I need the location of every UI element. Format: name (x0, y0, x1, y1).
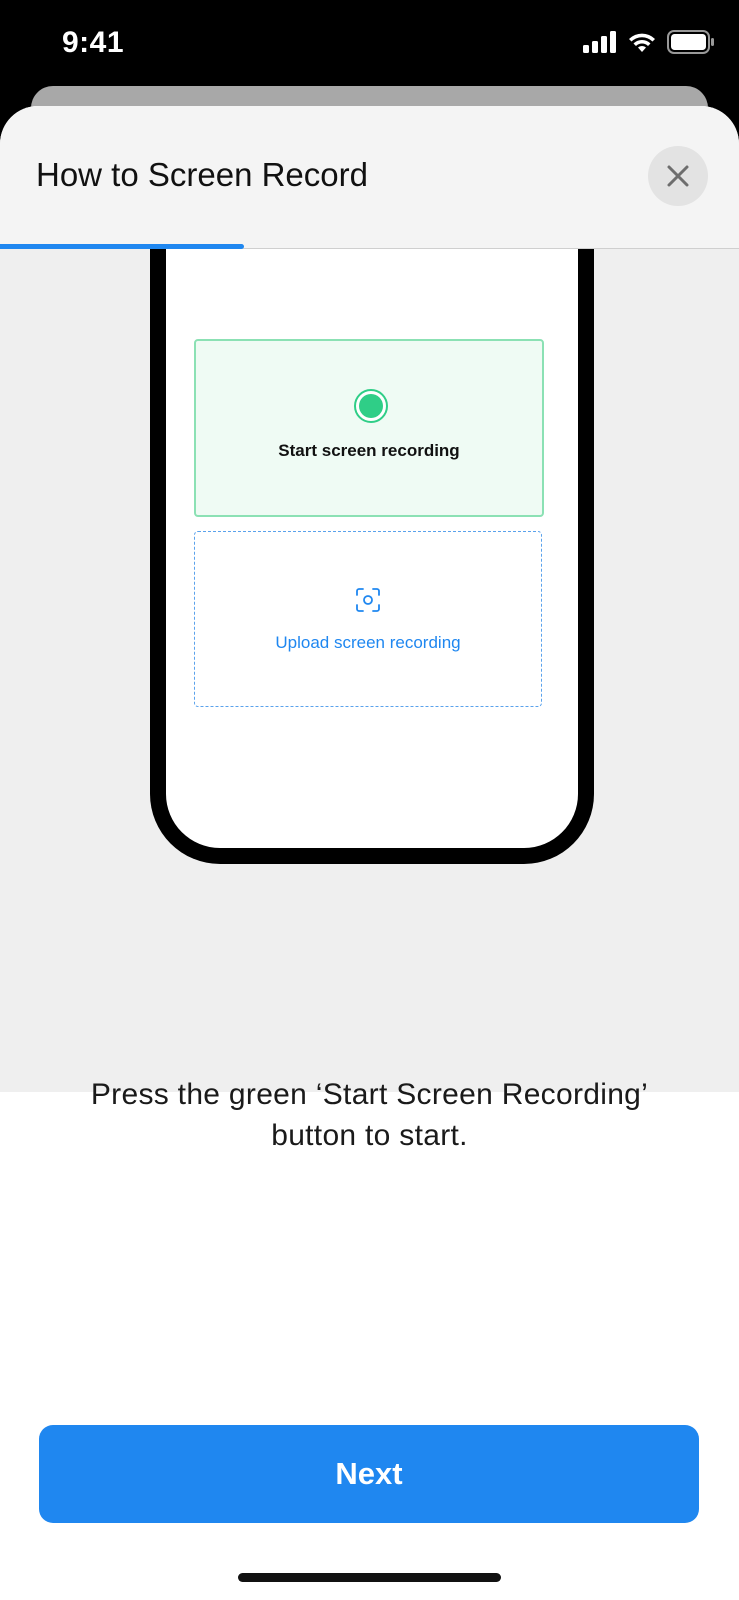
upload-recording-card[interactable]: Upload screen recording (194, 531, 542, 707)
close-button[interactable] (648, 146, 708, 206)
signal-icon (583, 31, 616, 53)
status-icons (583, 30, 715, 54)
screen: 9:41 How to Screen Record Start screen r… (0, 0, 739, 1600)
upload-recording-label: Upload screen recording (275, 633, 461, 652)
phone-illustration: Start screen recording Upload screen rec… (150, 248, 594, 864)
progress-bar (0, 244, 739, 249)
wifi-icon (629, 33, 655, 52)
sheet-header: How to Screen Record (0, 106, 739, 249)
next-button[interactable]: Next (39, 1425, 699, 1523)
sheet-title: How to Screen Record (36, 156, 368, 193)
record-dot-fill (359, 394, 383, 418)
home-indicator (238, 1573, 501, 1582)
capture-frame-icon (356, 588, 380, 612)
status-time: 9:41 (62, 26, 125, 59)
close-icon (667, 165, 689, 187)
start-recording-label: Start screen recording (278, 441, 460, 460)
battery-icon (667, 30, 714, 54)
start-recording-card[interactable]: Start screen recording (194, 339, 544, 517)
modal-sheet: How to Screen Record Start screen record… (0, 106, 739, 1600)
illustration: Start screen recording Upload screen rec… (0, 248, 739, 1092)
progress-fill (0, 244, 244, 249)
instruction-text: Press the green ‘Start Screen Recording’… (90, 1078, 649, 1152)
record-dot-icon (354, 389, 388, 423)
status-bar: 9:41 (0, 0, 739, 88)
